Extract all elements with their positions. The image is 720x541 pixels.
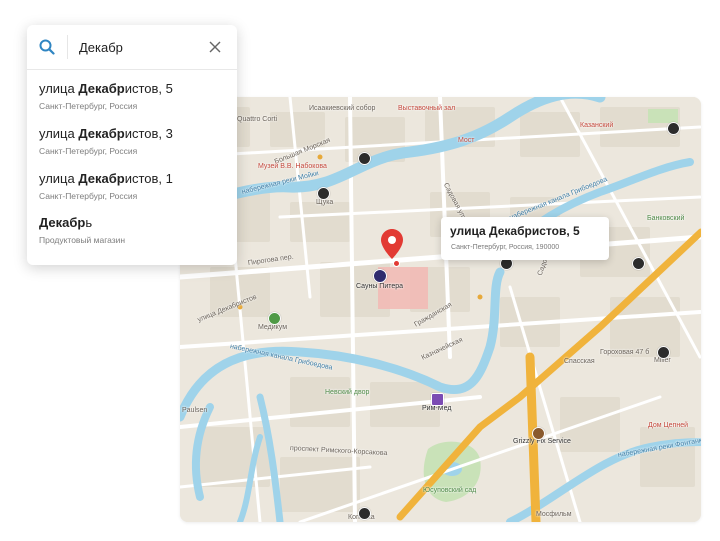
map-label-shchuka: Щука bbox=[316, 199, 334, 206]
map-label-most: Мост bbox=[458, 137, 475, 144]
map-label-bankovsky: Банковский bbox=[647, 215, 685, 222]
map-label-yusupov: Юсуповский сад bbox=[423, 487, 477, 494]
restaurant-icon[interactable] bbox=[317, 187, 330, 200]
search-result-item[interactable]: улица Декабристов, 5 Санкт-Петербург, Ро… bbox=[27, 81, 237, 125]
location-pin-icon[interactable] bbox=[380, 228, 404, 260]
search-result-item[interactable]: улица Декабристов, 3 Санкт-Петербург, Ро… bbox=[27, 126, 237, 170]
map-label-spasskaya: Спасская bbox=[564, 358, 595, 365]
clinic-icon[interactable] bbox=[431, 393, 444, 406]
map-label-kazansky: Казанский bbox=[580, 122, 614, 129]
shop-icon[interactable] bbox=[657, 346, 670, 359]
map-label-isaac: Исаакиевский собор bbox=[309, 105, 376, 112]
address-callout[interactable]: улица Декабристов, 5 Санкт-Петербург, Ро… bbox=[441, 217, 609, 260]
callout-subtitle: Санкт-Петербург, Россия, 190000 bbox=[451, 244, 560, 251]
map-label-saunas: Сауны Питера bbox=[356, 283, 404, 290]
map-label-rim-med: Рим-Мед bbox=[422, 405, 452, 412]
cafe-icon[interactable] bbox=[632, 257, 645, 270]
map-label-quattro: Quattro Corti bbox=[237, 116, 278, 123]
map-view[interactable]: Quattro Corti Исаакиевский собор Выставо… bbox=[180, 97, 701, 522]
metro-line-icon[interactable] bbox=[667, 122, 680, 135]
search-divider bbox=[67, 35, 68, 59]
map-label-exhibition: Выставочный зал bbox=[398, 105, 456, 112]
search-icon[interactable] bbox=[39, 39, 55, 55]
search-result-item[interactable]: Декабрь Продуктовый магазин bbox=[27, 215, 237, 259]
metro-icon[interactable] bbox=[373, 269, 387, 283]
pin-base-dot bbox=[393, 260, 400, 267]
result-title: Декабрь bbox=[39, 215, 93, 230]
map-label-nevsky: Невский двор bbox=[325, 389, 370, 396]
map-label-paulsen: Paulsen bbox=[182, 407, 208, 414]
map-label-medikum: Медикум bbox=[258, 324, 288, 331]
result-subtitle: Продуктовый магазин bbox=[39, 235, 126, 245]
map-label-gorokhovaya: Гороховая 47 б bbox=[600, 349, 650, 356]
result-subtitle: Санкт-Петербург, Россия bbox=[39, 101, 138, 111]
map-label-mosfilm: Мосфильм bbox=[536, 511, 572, 518]
result-subtitle: Санкт-Петербург, Россия bbox=[39, 191, 138, 201]
callout-title: улица Декабристов, 5 bbox=[450, 224, 580, 238]
museum-icon[interactable] bbox=[358, 152, 371, 165]
result-title: улица Декабристов, 3 bbox=[39, 126, 173, 141]
result-title: улица Декабристов, 1 bbox=[39, 171, 173, 186]
map-label-nabokov: Музей В.В. Набокова bbox=[258, 163, 327, 170]
pharmacy-icon[interactable] bbox=[268, 312, 281, 325]
store-icon[interactable] bbox=[358, 507, 371, 520]
service-icon[interactable] bbox=[532, 427, 545, 440]
search-panel: улица Декабристов, 5 Санкт-Петербург, Ро… bbox=[27, 25, 237, 265]
map-label-dom-tsepney: Дом Цепней bbox=[648, 422, 689, 429]
search-result-item[interactable]: улица Декабристов, 1 Санкт-Петербург, Ро… bbox=[27, 171, 237, 215]
close-icon[interactable] bbox=[208, 40, 222, 54]
map-label-grizzly: Grizzly Fix Service bbox=[513, 438, 571, 445]
search-bar bbox=[27, 25, 237, 70]
search-input[interactable] bbox=[79, 37, 199, 57]
result-subtitle: Санкт-Петербург, Россия bbox=[39, 146, 138, 156]
result-title: улица Декабристов, 5 bbox=[39, 81, 173, 96]
